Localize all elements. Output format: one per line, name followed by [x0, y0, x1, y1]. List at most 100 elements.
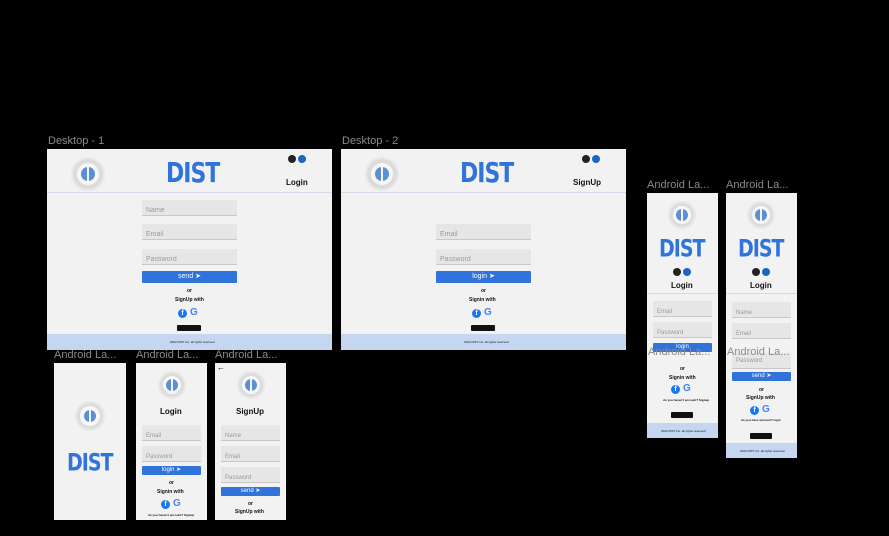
- signin-with-text: Signin with: [469, 297, 496, 303]
- app-logo: [75, 401, 105, 431]
- header-divider: [726, 293, 797, 294]
- password-field[interactable]: Password: [653, 322, 712, 338]
- github-icon[interactable]: [752, 268, 760, 276]
- github-icon[interactable]: [673, 268, 681, 276]
- linkedin-icon[interactable]: [298, 155, 306, 163]
- google-play-badge[interactable]: [471, 325, 495, 331]
- or-text: or: [759, 387, 764, 393]
- facebook-icon[interactable]: f: [161, 500, 170, 509]
- header-divider: [47, 192, 332, 193]
- footer-text: 2022 DIST Inc. all rights reserved.: [661, 429, 707, 433]
- app-logo: [71, 157, 105, 191]
- signup-link[interactable]: do you haven't account? Signup: [663, 398, 709, 402]
- frame-title-android-b[interactable]: Android La...: [136, 349, 198, 361]
- google-icon[interactable]: G: [173, 499, 181, 509]
- footer-text: 2022 DIST Inc. all rights reserved.: [740, 449, 786, 453]
- name-field[interactable]: Name: [221, 425, 280, 441]
- password-field[interactable]: Password: [436, 249, 531, 265]
- frame-title-android-a[interactable]: Android La...: [54, 349, 116, 361]
- login-link[interactable]: do you have account? login: [741, 418, 781, 422]
- send-button[interactable]: send ➤: [732, 372, 791, 381]
- login-button[interactable]: login ➤: [436, 271, 531, 283]
- or-text: or: [169, 480, 174, 486]
- linkedin-icon[interactable]: [683, 268, 691, 276]
- email-field[interactable]: Email: [436, 224, 531, 240]
- app-logo: [365, 157, 399, 191]
- name-field[interactable]: Name: [732, 302, 791, 318]
- facebook-icon[interactable]: f: [472, 309, 481, 318]
- linkedin-icon[interactable]: [762, 268, 770, 276]
- facebook-icon[interactable]: f: [178, 309, 187, 318]
- google-play-badge[interactable]: [177, 325, 201, 331]
- google-play-badge[interactable]: [671, 412, 693, 418]
- google-play-badge[interactable]: [750, 433, 772, 439]
- dist-logo-text: DIST: [738, 235, 784, 263]
- email-field[interactable]: Email: [732, 323, 791, 339]
- footer: 2022 DIST Inc. all rights reserved.: [647, 423, 718, 438]
- footer-text: 2022 DIST Inc. all rights reserved.: [170, 340, 216, 344]
- email-field[interactable]: Email: [653, 301, 712, 317]
- google-icon[interactable]: G: [762, 405, 770, 415]
- email-field[interactable]: Email: [221, 446, 280, 462]
- page-title: Login: [750, 281, 772, 290]
- facebook-icon[interactable]: f: [671, 385, 680, 394]
- back-arrow-icon[interactable]: ←: [217, 363, 225, 372]
- github-icon[interactable]: [288, 155, 296, 163]
- page-title: Login: [160, 407, 182, 416]
- linkedin-icon[interactable]: [592, 155, 600, 163]
- email-field[interactable]: Email: [142, 425, 201, 441]
- dist-logo-text: DIST: [659, 235, 705, 263]
- android-a-frame: DIST: [54, 363, 126, 520]
- login-button[interactable]: login ➤: [142, 466, 201, 475]
- password-field[interactable]: Password: [142, 249, 237, 265]
- facebook-icon[interactable]: f: [750, 406, 759, 415]
- frame-title-android-e[interactable]: Android La...: [726, 179, 788, 191]
- app-logo: [237, 371, 265, 399]
- android-d-frame: DIST Login Email Password login or Signi…: [647, 193, 718, 438]
- name-field[interactable]: Name: [142, 200, 237, 216]
- frame-title-android-d[interactable]: Android La...: [647, 179, 709, 191]
- header-divider: [647, 293, 718, 294]
- header-divider: [341, 192, 626, 193]
- password-field[interactable]: Password: [221, 467, 280, 483]
- send-label: send: [240, 488, 254, 494]
- signup-with-text: SignUp with: [235, 509, 264, 515]
- or-text: or: [481, 288, 486, 294]
- or-text: or: [680, 366, 685, 372]
- frame-title-android-f[interactable]: Android La...: [648, 346, 710, 358]
- frame-title-android-c[interactable]: Android La...: [215, 349, 277, 361]
- google-icon[interactable]: G: [683, 384, 691, 394]
- email-field[interactable]: Email: [142, 224, 237, 240]
- page-title: Login: [671, 281, 693, 290]
- desktop-1-frame: DIST Login Name Email Password send ➤ or…: [47, 149, 332, 350]
- android-c-frame: ← SignUp Name Email Password send ➤ or S…: [215, 363, 286, 520]
- app-logo: [747, 201, 775, 229]
- send-icon: ➤: [195, 273, 201, 280]
- signup-link[interactable]: do you haven't account? Signup: [148, 513, 194, 517]
- or-text: or: [187, 288, 192, 294]
- android-b-frame: Login Email Password login ➤ or Signin w…: [136, 363, 207, 520]
- google-icon[interactable]: G: [190, 308, 198, 318]
- send-icon: ➤: [255, 488, 261, 494]
- app-logo: [158, 371, 186, 399]
- google-icon[interactable]: G: [484, 308, 492, 318]
- footer: 2022 DIST Inc. all rights reserved.: [341, 334, 626, 350]
- footer: 2022 DIST Inc. all rights reserved.: [726, 443, 797, 458]
- send-button[interactable]: send ➤: [142, 271, 237, 283]
- dist-logo-text: DIST: [166, 158, 220, 190]
- send-icon: ➤: [176, 467, 182, 473]
- signup-with-text: SignUp with: [746, 395, 775, 401]
- github-icon[interactable]: [582, 155, 590, 163]
- dist-logo-text: DIST: [67, 449, 113, 477]
- send-icon: ➤: [766, 373, 772, 379]
- dist-logo-text: DIST: [460, 158, 514, 190]
- password-field[interactable]: Password: [142, 446, 201, 462]
- header-title: Login: [286, 178, 308, 187]
- send-label: send: [751, 373, 765, 379]
- app-logo: [668, 201, 696, 229]
- frame-title-desktop-1[interactable]: Desktop - 1: [48, 135, 104, 147]
- send-button[interactable]: send ➤: [221, 487, 280, 496]
- frame-title-android-g[interactable]: Android La...: [727, 346, 789, 358]
- frame-title-desktop-2[interactable]: Desktop - 2: [342, 135, 398, 147]
- footer-text: 2022 DIST Inc. all rights reserved.: [464, 340, 510, 344]
